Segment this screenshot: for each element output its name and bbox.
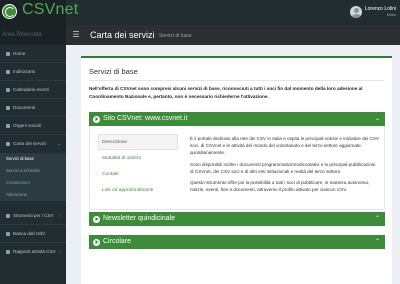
tab-contatti[interactable]: Contatti xyxy=(98,166,178,182)
calendar-icon xyxy=(6,88,10,92)
breadcrumb: Servizi di base xyxy=(159,33,192,39)
user-menu[interactable]: Lorenzo Lolini Editor xyxy=(336,4,396,22)
chevron-up-icon[interactable]: ⌃ xyxy=(375,235,380,249)
description-paragraph: Questo strumento offre poi la possibilit… xyxy=(190,180,370,193)
top-bar: CSVnet Lorenzo Lolini Editor xyxy=(0,0,400,25)
tab-descrizione[interactable]: Descrizione xyxy=(98,134,178,150)
brand[interactable]: CSVnet xyxy=(0,0,78,25)
accordion-header-circolare[interactable]: Circolare ⌃ xyxy=(89,235,385,249)
chevron-left-icon: ‹ xyxy=(59,249,62,254)
accordion-title: Newsletter quindicinale xyxy=(103,215,175,222)
sidebar-item-label: Strumenti per i CSV xyxy=(13,213,54,218)
play-circle-icon xyxy=(93,238,100,246)
sidebar-item-label: Rapporti attività CSV xyxy=(13,249,56,254)
sidebar-item-calendario[interactable]: Calendario eventi xyxy=(0,81,66,99)
accordion-title: Sito CSVnet: www.csvnet.it xyxy=(103,115,188,122)
sidebar-subitem-servizi-richiesta[interactable]: Servizi a richiesta xyxy=(0,165,66,177)
play-circle-icon xyxy=(93,115,100,123)
tab-content-descrizione: È il portale dedicato alla rete dei CSV … xyxy=(190,135,380,197)
address-book-icon xyxy=(6,70,10,74)
page-title: Carta dei servizi xyxy=(90,30,155,40)
chevron-left-icon: ‹ xyxy=(59,213,62,218)
tab-link-approfondimenti[interactable]: Link ed approfondimenti xyxy=(98,182,178,198)
sidebar-item-carta-servizi[interactable]: Carta dei servizi ⌄ xyxy=(0,135,66,153)
chevron-down-icon[interactable]: ⌄ xyxy=(375,112,380,126)
chevron-up-icon[interactable]: ⌃ xyxy=(375,212,380,226)
main-panel: Servizi di base Nell'offerta di CSVnet s… xyxy=(81,56,392,284)
database-icon xyxy=(6,232,10,236)
play-circle-icon xyxy=(93,215,100,223)
sidebar-item-label: Home xyxy=(13,51,26,56)
sidebar-subitem-attivazione[interactable]: Attivazione xyxy=(0,189,66,201)
document-icon xyxy=(6,106,10,110)
sidebar-item-label: Carta dei servizi xyxy=(13,141,46,146)
description-paragraph: Sono disponibili inoltre i documenti pro… xyxy=(190,161,376,174)
sidebar-item-organi-sociali[interactable]: Organi sociali xyxy=(0,117,66,135)
sidebar-item-label: Organi sociali xyxy=(13,123,41,128)
accordion-header-sito[interactable]: Sito CSVnet: www.csvnet.it ⌄ xyxy=(89,112,385,126)
sidebar-item-strumenti[interactable]: Strumenti per i CSV ‹ xyxy=(0,207,66,225)
wrench-icon xyxy=(6,214,10,218)
sidebar-item-indirizzario[interactable]: Indirizzario xyxy=(0,63,66,81)
divider xyxy=(89,80,384,81)
content-header: ☰ Carta dei servizi Servizi di base xyxy=(66,25,400,45)
home-icon xyxy=(6,52,10,56)
intro-text: Nell'offerta di CSVnet sono compresi alc… xyxy=(89,86,363,99)
sidebar: Area Riservata Home Indirizzario Calenda… xyxy=(0,25,66,284)
sidebar-item-home[interactable]: Home xyxy=(0,45,66,63)
sidebar-item-documenti[interactable]: Documenti xyxy=(0,99,66,117)
sidebar-header: Area Riservata xyxy=(0,25,66,45)
tab-list: Descrizione Modalità di utilizzo Contatt… xyxy=(98,134,178,198)
sidebar-item-label: Banca dati OdV xyxy=(13,231,46,236)
sidebar-item-label: Calendario eventi xyxy=(13,87,49,92)
sidebar-item-rapporti[interactable]: Rapporti attività CSV ‹ xyxy=(0,243,66,261)
user-role: Editor xyxy=(386,13,396,17)
brand-logo-icon xyxy=(2,4,17,19)
sidebar-subitem-servizi-base[interactable]: Servizi di base xyxy=(0,153,66,165)
sidebar-item-banca-dati[interactable]: Banca dati OdV xyxy=(0,225,66,243)
chevron-down-icon: ⌄ xyxy=(57,141,61,146)
users-icon xyxy=(6,124,10,128)
brand-name: CSVnet xyxy=(22,1,79,18)
section-title: Servizi di base xyxy=(89,67,138,76)
user-name: Lorenzo Lolini xyxy=(364,6,396,12)
avatar xyxy=(350,6,362,18)
tab-modalita-utilizzo[interactable]: Modalità di utilizzo xyxy=(98,150,178,166)
hamburger-menu-icon[interactable]: ☰ xyxy=(66,25,86,45)
description-paragraph: È il portale dedicato alla rete dei CSV … xyxy=(190,136,379,156)
sidebar-item-label: Documenti xyxy=(13,105,35,110)
sidebar-item-label: Indirizzario xyxy=(13,69,36,74)
list-icon xyxy=(6,142,10,146)
accordion-header-newsletter[interactable]: Newsletter quindicinale ⌃ xyxy=(89,212,385,226)
sidebar-subitem-convenzioni[interactable]: Convenzioni xyxy=(0,177,66,189)
accordion-body-sito: Descrizione Modalità di utilizzo Contatt… xyxy=(89,126,385,210)
accordion-title: Circolare xyxy=(103,238,132,245)
chart-icon xyxy=(6,250,10,254)
